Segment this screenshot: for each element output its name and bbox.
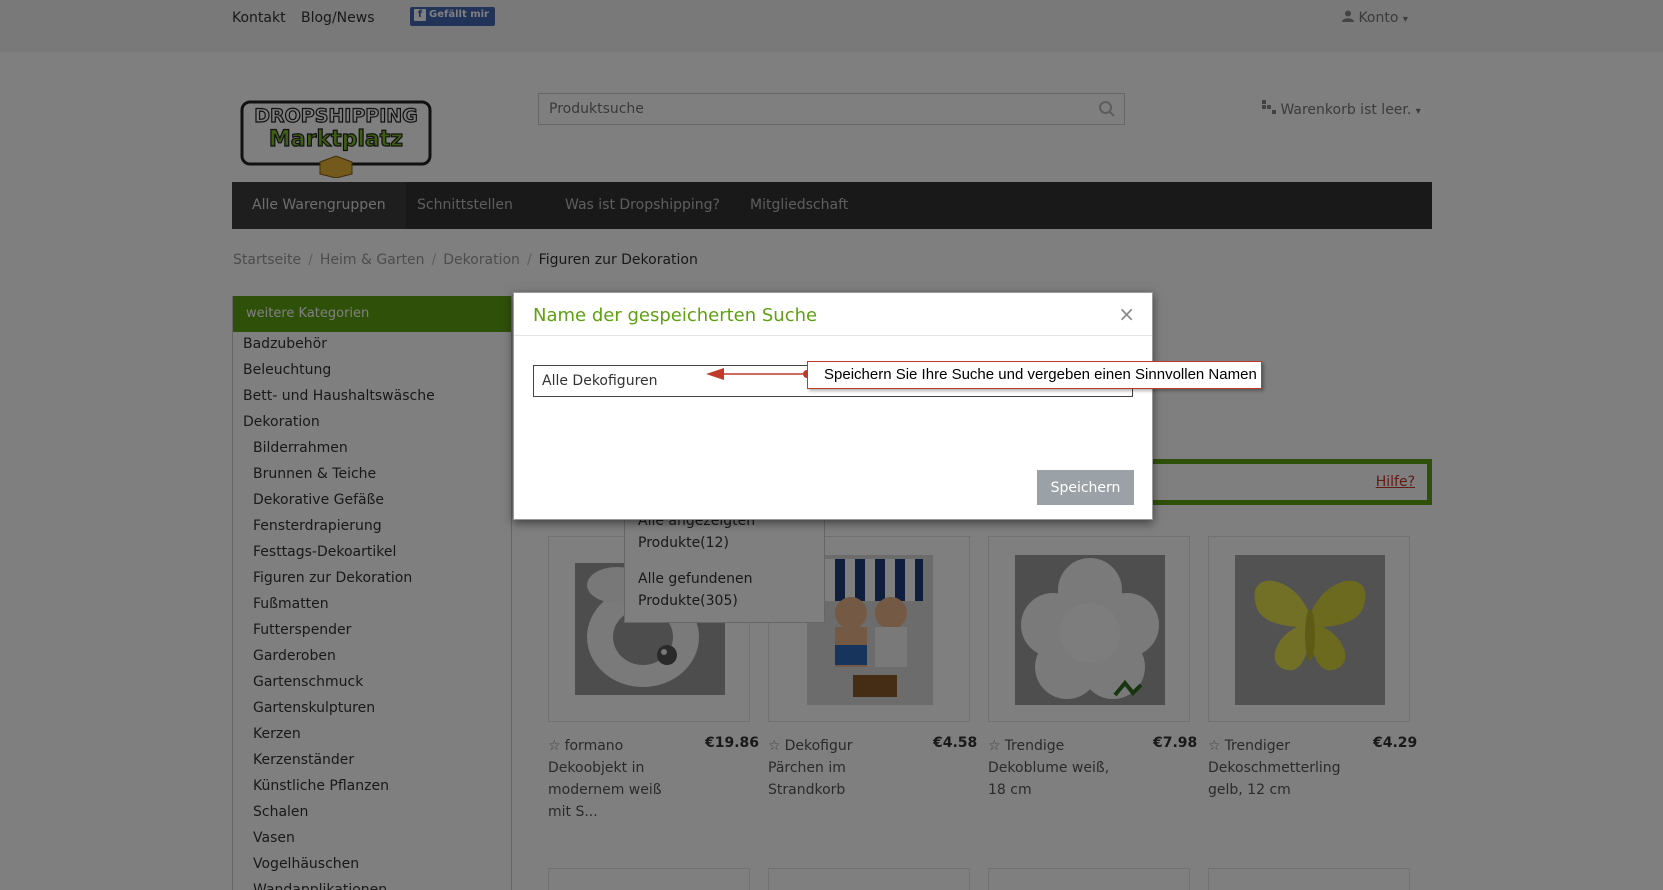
instruction-callout: Speichern Sie Ihre Suche und vergeben ei…: [807, 361, 1262, 389]
save-search-modal: Name der gespeicherten Suche × Speichern: [513, 292, 1153, 520]
modal-title: Name der gespeicherten Suche: [533, 305, 818, 326]
save-button[interactable]: Speichern: [1037, 470, 1134, 505]
modal-divider: [514, 335, 1152, 336]
close-icon[interactable]: ×: [1118, 302, 1135, 326]
callout-arrow-icon: [706, 368, 810, 380]
